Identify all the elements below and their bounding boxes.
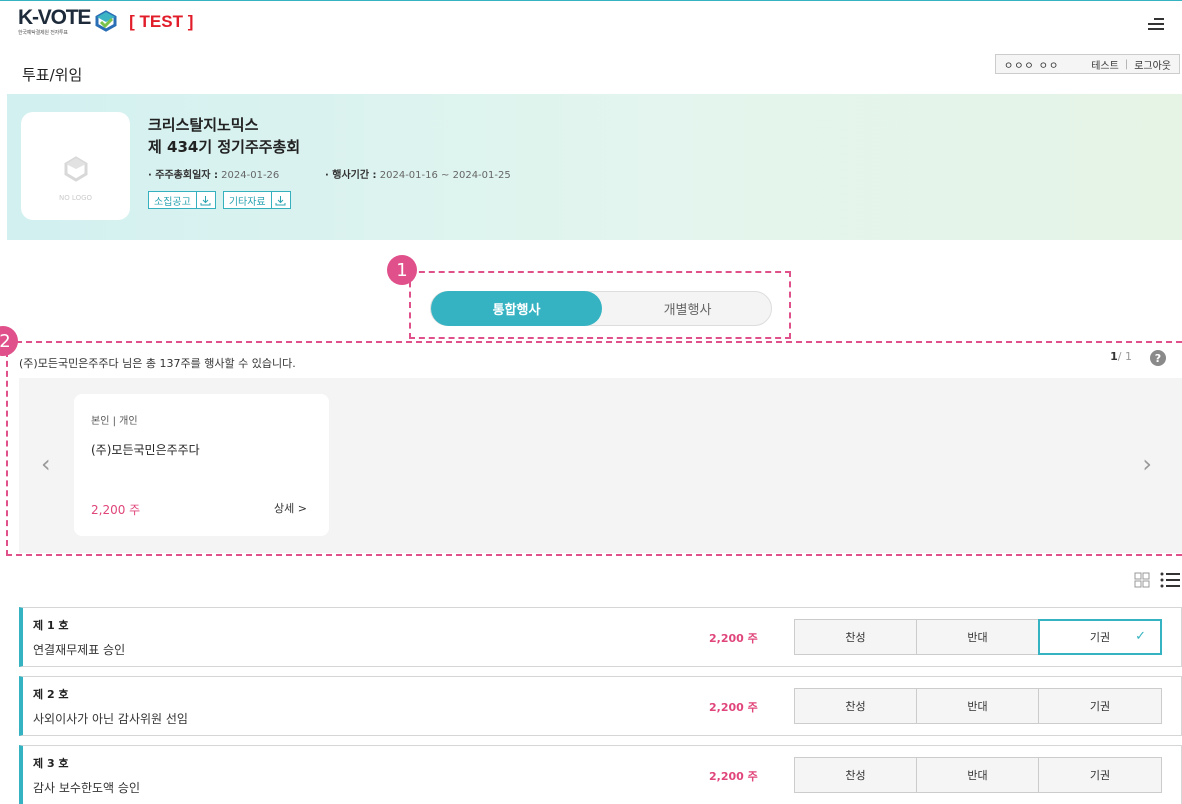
download-icon[interactable] xyxy=(197,192,215,208)
company-name: 크리스탈지노믹스 xyxy=(148,116,259,134)
holder-type: 본인 | 개인 xyxy=(91,416,138,427)
grid-view-icon[interactable] xyxy=(1134,572,1150,588)
agenda-item: 제 1 호 연결재무제표 승인 2,200 주 찬성 반대 기권 ✓ xyxy=(19,607,1182,667)
logout-button[interactable]: 로그아웃 xyxy=(1134,57,1171,72)
page-title: 투표/위임 xyxy=(22,66,83,84)
tab-individual[interactable]: 개별행사 xyxy=(602,292,773,325)
company-logo: NO LOGO xyxy=(21,112,130,220)
agenda-title: 연결재무제표 승인 xyxy=(33,643,126,657)
vote-for-button[interactable]: 찬성 xyxy=(794,757,917,793)
holder-shares: 2,200 주 xyxy=(91,503,141,517)
meeting-date: · 주주총회일자 : 2024-01-26 xyxy=(148,166,279,181)
no-logo-label: NO LOGO xyxy=(58,194,93,202)
detail-link[interactable]: 상세 > xyxy=(274,500,307,516)
vote-abstain-button[interactable]: 기권 xyxy=(1038,688,1162,724)
agenda-number: 제 1 호 xyxy=(33,619,69,632)
agenda-number: 제 2 호 xyxy=(33,688,69,701)
user-suffix: 테스트 xyxy=(1091,60,1119,72)
list-view-icon[interactable] xyxy=(1160,572,1180,588)
agenda-shares: 2,200 주 xyxy=(709,701,758,714)
holder-carousel: ‹ 본인 | 개인 (주)모든국민은주주다 2,200 주 상세 > › xyxy=(19,378,1182,553)
tab-integrated[interactable]: 통합행사 xyxy=(431,291,602,326)
logo-mark-icon xyxy=(95,10,117,32)
check-icon: ✓ xyxy=(1135,629,1146,644)
meeting-date-label: · 주주총회일자 : xyxy=(148,170,218,181)
holder-card[interactable]: 본인 | 개인 (주)모든국민은주주다 2,200 주 상세 > xyxy=(74,394,329,536)
pager-current: 1 xyxy=(1110,350,1118,363)
top-accent-line xyxy=(0,0,1182,1)
divider: | xyxy=(1124,58,1129,70)
vote-against-button[interactable]: 반대 xyxy=(916,688,1039,724)
next-arrow-icon[interactable]: › xyxy=(1142,450,1152,478)
user-name: ㅇㅇㅇ ㅇㅇ xyxy=(1004,60,1060,72)
document-buttons: 소집공고 기타자료 xyxy=(148,191,291,209)
help-icon[interactable]: ? xyxy=(1150,350,1166,366)
holder-name: (주)모든국민은주주다 xyxy=(91,443,200,457)
vote-abstain-button[interactable]: 기권 xyxy=(1038,757,1162,793)
pager: 1/ 1 xyxy=(1110,350,1132,363)
agenda-title: 사외이사가 아닌 감사위원 선임 xyxy=(33,712,188,726)
meeting-date-value: 2024-01-26 xyxy=(221,170,280,181)
logo-subtitle: 한국예탁결제원 전자투표 xyxy=(18,30,68,36)
other-materials-button[interactable]: 기타자료 xyxy=(222,191,291,209)
agenda-title: 감사 보수한도액 승인 xyxy=(33,781,140,795)
exercise-period: · 행사기간 : 2024-01-16 ~ 2024-01-25 xyxy=(325,166,511,181)
meeting-banner: NO LOGO 크리스탈지노믹스 제 434기 정기주주총회 · 주주총회일자 … xyxy=(7,94,1182,240)
vote-abstain-button[interactable]: 기권 ✓ xyxy=(1038,619,1162,655)
prev-arrow-icon[interactable]: ‹ xyxy=(41,450,51,478)
agenda-item: 제 2 호 사외이사가 아닌 감사위원 선임 2,200 주 찬성 반대 기권 xyxy=(19,676,1182,736)
hamburger-menu-icon[interactable] xyxy=(1148,18,1164,30)
download-icon[interactable] xyxy=(272,192,290,208)
no-logo-icon xyxy=(64,156,88,182)
vote-for-button[interactable]: 찬성 xyxy=(794,619,917,655)
exercise-mode-toggle[interactable]: 통합행사 개별행사 xyxy=(430,291,772,326)
vote-against-button[interactable]: 반대 xyxy=(916,619,1039,655)
test-tag: [ TEST ] xyxy=(129,12,194,31)
logo[interactable]: K-VOTE 한국예탁결제원 전자투표 [ TEST ] xyxy=(18,6,194,36)
convocation-notice-button[interactable]: 소집공고 xyxy=(148,191,216,209)
period-label: · 행사기간 : xyxy=(325,170,377,181)
other-materials-label: 기타자료 xyxy=(224,192,272,208)
annotation-marker-1: 1 xyxy=(387,255,417,285)
agenda-number: 제 3 호 xyxy=(33,757,69,770)
meeting-name: 제 434기 정기주주총회 xyxy=(148,138,301,156)
vote-against-button[interactable]: 반대 xyxy=(916,757,1039,793)
exercise-notice: (주)모든국민은주주다 님은 총 137주를 행사할 수 있습니다. xyxy=(19,357,296,370)
page: K-VOTE 한국예탁결제원 전자투표 [ TEST ] 투표/위임 ㅇㅇㅇ ㅇ… xyxy=(0,0,1182,804)
agenda-shares: 2,200 주 xyxy=(709,632,758,645)
period-value: 2024-01-16 ~ 2024-01-25 xyxy=(379,170,511,181)
vote-for-button[interactable]: 찬성 xyxy=(794,688,917,724)
pager-total: / 1 xyxy=(1117,350,1132,363)
logo-text: K-VOTE xyxy=(18,6,91,29)
agenda-item: 제 3 호 감사 보수한도액 승인 2,200 주 찬성 반대 기권 xyxy=(19,745,1182,804)
convocation-notice-label: 소집공고 xyxy=(149,192,197,208)
agenda-shares: 2,200 주 xyxy=(709,770,758,783)
vote-abstain-label: 기권 xyxy=(1089,631,1111,644)
user-box: ㅇㅇㅇ ㅇㅇ 테스트 | 로그아웃 xyxy=(995,54,1180,74)
